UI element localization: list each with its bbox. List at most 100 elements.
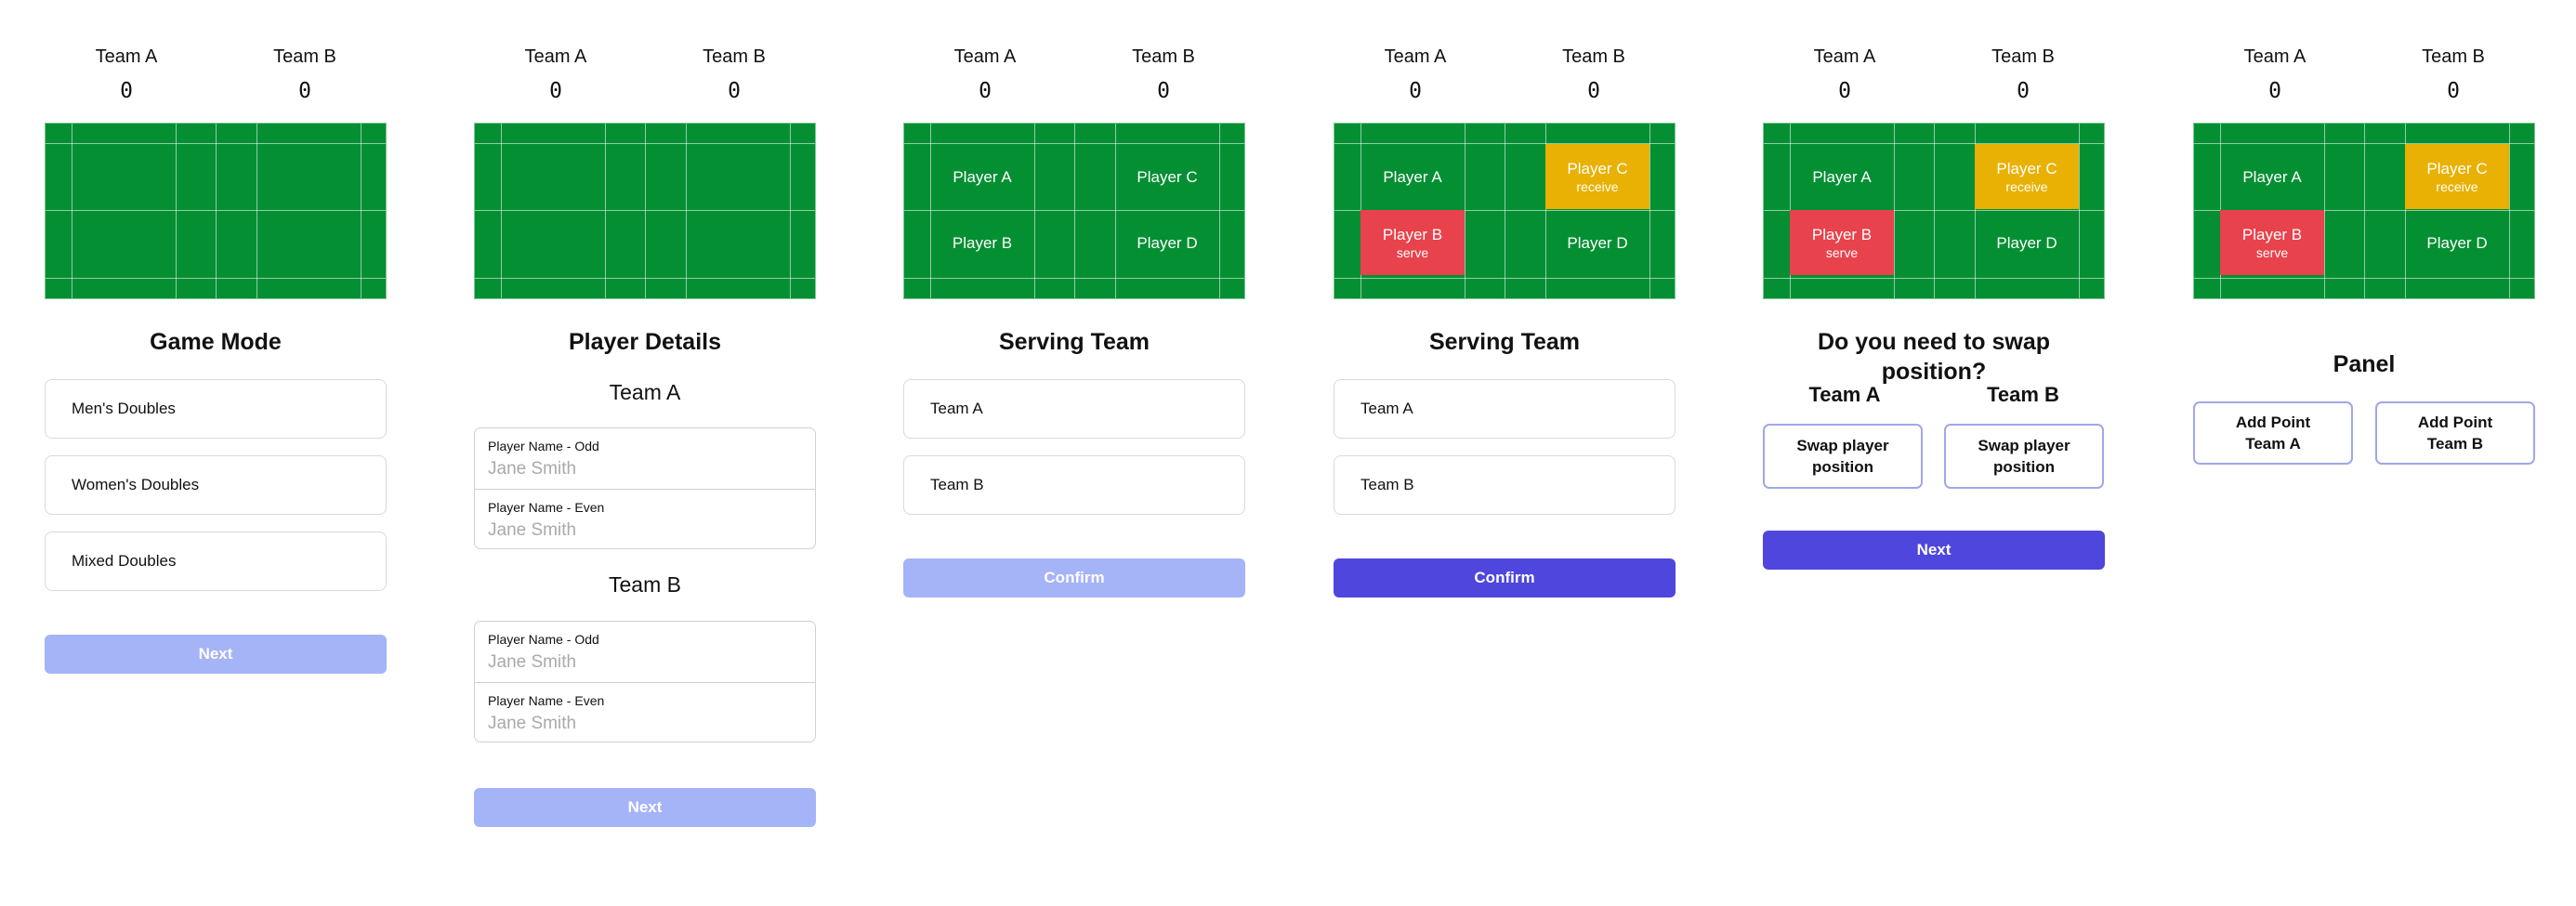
team-b-score: 0	[1157, 79, 1170, 103]
team-b-name: Team B	[1132, 46, 1195, 67]
player-a-cell: Player A	[1790, 144, 1894, 209]
screen-panel: Team A 0 Team B 0 Player A Player Bserve…	[2193, 0, 2535, 906]
field-label-odd: Player Name - Odd	[488, 632, 599, 647]
court-line	[1034, 124, 1035, 298]
team-b-score-column: Team B 0	[1941, 43, 2105, 110]
next-button[interactable]: Next	[1763, 531, 2105, 570]
team-a-score: 0	[2268, 79, 2281, 103]
add-point-team-a-button[interactable]: Add Point Team A	[2193, 401, 2353, 465]
court-line	[645, 124, 646, 298]
team-a-score: 0	[1409, 79, 1422, 103]
court-line	[790, 124, 791, 298]
player-b-name: Player B	[1811, 225, 1873, 243]
team-a-name: Team A	[953, 46, 1017, 67]
player-c-cell: Player Creceive	[1975, 144, 2079, 209]
team-a-even-field: Player Name - Even	[475, 489, 815, 548]
team-a-score-column: Team A 0	[2193, 43, 2357, 110]
court-line	[216, 124, 217, 298]
option-team-a[interactable]: Team A	[903, 379, 1245, 439]
receive-role-label: receive	[2005, 178, 2048, 194]
team-b-name: Team B	[1562, 46, 1625, 67]
team-a-odd-player-input[interactable]	[488, 457, 795, 481]
player-b-cell: Player B	[930, 210, 1034, 275]
court: Player A Player Bserve Player Creceive P…	[1334, 123, 1676, 299]
option-team-a[interactable]: Team A	[1334, 379, 1676, 439]
team-b-name: Team B	[273, 46, 336, 67]
page-title: Panel	[2333, 351, 2396, 377]
field-label-even: Player Name - Even	[488, 500, 605, 515]
player-d-name: Player D	[1567, 233, 1628, 252]
team-a-section-title: Team A	[1808, 383, 1881, 406]
page-title: Serving Team	[1428, 329, 1581, 355]
team-b-even-player-input[interactable]	[488, 712, 795, 736]
player-b-name: Player B	[952, 233, 1013, 252]
team-b-score-column: Team B 0	[652, 43, 816, 110]
next-button[interactable]: Next	[474, 788, 816, 827]
team-a-name: Team A	[95, 46, 158, 67]
team-b-score: 0	[728, 79, 741, 103]
court-line	[176, 124, 177, 298]
player-d-cell: Player D	[1545, 210, 1649, 275]
team-b-score-column: Team B 0	[1082, 43, 1245, 110]
team-b-score: 0	[1587, 79, 1600, 103]
confirm-button[interactable]: Confirm	[1334, 558, 1676, 597]
option-team-b[interactable]: Team B	[903, 455, 1245, 515]
team-a-score-column: Team A 0	[903, 43, 1067, 110]
team-a-even-player-input[interactable]	[488, 519, 795, 543]
court-line	[1894, 124, 1895, 298]
team-a-score: 0	[120, 79, 133, 103]
court-line	[2079, 124, 2080, 298]
next-button[interactable]: Next	[45, 635, 387, 674]
team-b-section-title: Team B	[609, 572, 681, 597]
option-mixed-doubles[interactable]: Mixed Doubles	[45, 532, 387, 591]
scoreboard: Team A 0 Team B 0	[2193, 43, 2535, 110]
court-line	[1074, 124, 1075, 298]
court-line	[686, 124, 687, 298]
scoreboard: Team A 0 Team B 0	[1763, 43, 2105, 110]
confirm-button[interactable]: Confirm	[903, 558, 1245, 597]
team-a-score-column: Team A 0	[1334, 43, 1497, 110]
option-mens-doubles[interactable]: Men's Doubles	[45, 379, 387, 439]
player-d-name: Player D	[1137, 233, 1198, 252]
team-a-score: 0	[979, 79, 992, 103]
serve-role-label: serve	[1825, 244, 1859, 260]
add-point-label: Add Point	[2417, 414, 2493, 431]
team-a-score: 0	[549, 79, 562, 103]
swap-team-a-button[interactable]: Swap player position	[1763, 424, 1923, 489]
player-a-cell: Player A	[1360, 144, 1465, 209]
court-line	[2364, 124, 2365, 298]
swap-team-b-button[interactable]: Swap player position	[1944, 424, 2104, 489]
player-c-name: Player C	[1996, 159, 2057, 177]
serve-role-label: serve	[2255, 244, 2289, 260]
player-a-cell: Player A	[930, 144, 1034, 209]
field-label-even: Player Name - Even	[488, 693, 605, 708]
team-b-score: 0	[2017, 79, 2030, 103]
player-d-name: Player D	[1996, 233, 2057, 252]
player-a-name: Player A	[2242, 167, 2302, 186]
player-d-cell: Player D	[1115, 210, 1219, 275]
team-a-score-column: Team A 0	[1763, 43, 1926, 110]
team-a-name: Team A	[2243, 46, 2307, 67]
screen-serving-team-selected: Team A 0 Team B 0 Player A Player Bserve…	[1334, 0, 1676, 906]
player-b-cell: Player Bserve	[2220, 210, 2324, 275]
add-point-team-b-button[interactable]: Add Point Team B	[2375, 401, 2535, 465]
court-line	[2509, 124, 2510, 298]
player-a-name: Player A	[1812, 167, 1872, 186]
team-b-odd-player-input[interactable]	[488, 650, 795, 675]
add-point-label: Add Point	[2235, 414, 2311, 431]
team-a-name: Team A	[524, 46, 587, 67]
player-c-name: Player C	[1137, 167, 1198, 186]
screen-game-mode: Team A 0 Team B 0 Game Mode Men's Double…	[45, 0, 387, 906]
player-b-cell: Player Bserve	[1360, 210, 1465, 275]
player-c-name: Player C	[1567, 159, 1628, 177]
option-team-b[interactable]: Team B	[1334, 455, 1676, 515]
add-point-team-label: Team B	[2426, 435, 2484, 453]
team-a-score-column: Team A 0	[45, 43, 208, 110]
player-b-name: Player B	[2241, 225, 2303, 243]
player-d-cell: Player D	[2405, 210, 2509, 275]
court: Player A Player Bserve Player Creceive P…	[2193, 123, 2535, 299]
receive-role-label: receive	[1576, 178, 1619, 194]
court: Player A Player Bserve Player Creceive P…	[1763, 123, 2105, 299]
option-womens-doubles[interactable]: Women's Doubles	[45, 455, 387, 515]
player-a-cell: Player A	[2220, 144, 2324, 209]
